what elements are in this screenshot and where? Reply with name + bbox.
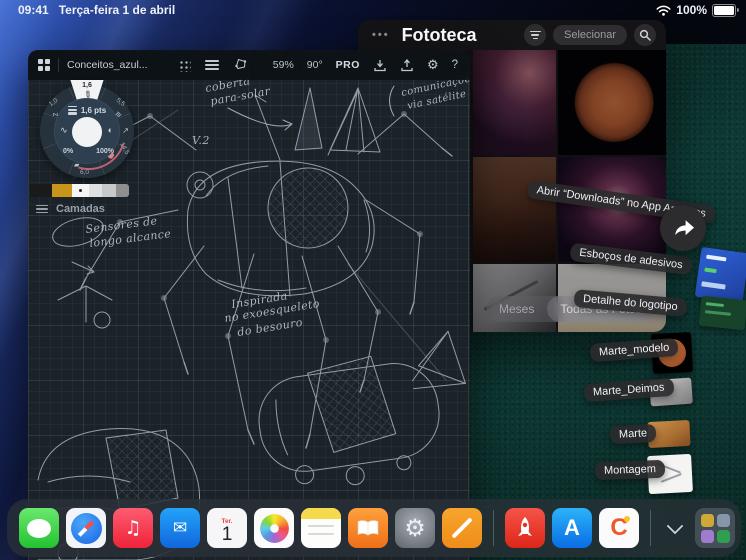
calendar-day: 1 <box>221 523 233 545</box>
stroke-size-label: 1,6 pts <box>80 106 107 115</box>
dock-mail-icon[interactable]: ✉ <box>160 508 200 548</box>
app-library-grid-icon <box>700 513 730 543</box>
dock-sketch-pen-icon[interactable] <box>442 508 482 548</box>
dock-settings-icon[interactable]: ⚙ <box>395 508 435 548</box>
window-overflow-menu[interactable]: ••• <box>372 29 390 41</box>
grid-settings-button[interactable] <box>177 58 191 72</box>
dock-rocket-app-icon[interactable] <box>505 508 545 548</box>
export-button[interactable] <box>400 58 414 72</box>
share-arrow-icon <box>675 220 695 236</box>
battery-icon <box>712 3 739 17</box>
dock-safari-icon[interactable] <box>66 508 106 548</box>
zoom-level[interactable]: 59% <box>273 59 294 71</box>
concepts-toolbar: Conceitos_azul... 59% 90° PRO ⚙ ? <box>28 50 470 80</box>
thumb-stickers[interactable] <box>694 246 746 304</box>
lasso-icon <box>234 58 246 69</box>
select-button[interactable]: Selecionar <box>553 25 627 45</box>
dock-divider <box>650 510 651 546</box>
tool-wheel-disk[interactable]: 1,6 pts ∿ ◐ 0% 100% <box>54 98 120 164</box>
color-palette-strip <box>30 184 129 197</box>
dock-app-library-icon[interactable] <box>695 508 735 548</box>
layers-menu-icon <box>36 204 48 214</box>
fototeca-header: ••• Fototeca Selecionar <box>358 20 666 50</box>
fototeca-title: Fototeca <box>401 24 477 45</box>
filter-button[interactable] <box>524 24 547 46</box>
rocket-icon <box>518 517 532 536</box>
compass-icon <box>70 512 102 544</box>
music-note-icon: ♫ <box>124 517 142 539</box>
layers-label: Camadas <box>56 203 105 215</box>
settings-gear-button[interactable]: ⚙ <box>427 59 439 72</box>
swatch-light-gray[interactable] <box>89 184 102 197</box>
share-drop-button[interactable] <box>660 205 706 251</box>
concepts-window[interactable]: coberta para-solar comunicações via saté… <box>28 50 470 560</box>
dock-music-icon[interactable]: ♫ <box>113 508 153 548</box>
dock-calendar-icon[interactable]: Ter. 1 <box>207 508 247 548</box>
swatch-dark-gray[interactable] <box>116 184 129 197</box>
dock-books-icon[interactable] <box>348 508 388 548</box>
help-button[interactable]: ? <box>452 59 458 71</box>
stroke-weight-icon <box>67 106 77 115</box>
battery-percent: 100% <box>676 3 707 17</box>
dock: ♫ ✉ Ter. 1 ⚙ A C <box>7 499 741 557</box>
dock-notes-icon[interactable] <box>301 508 341 548</box>
open-book-icon <box>357 520 379 536</box>
tab-meses[interactable]: Meses <box>486 296 547 322</box>
dock-divider <box>493 510 494 546</box>
import-button[interactable] <box>373 59 387 72</box>
layers-panel-header[interactable]: Camadas <box>36 203 105 215</box>
dock-hide-suggestions-button[interactable] <box>662 508 688 548</box>
gallery-button[interactable] <box>38 59 50 71</box>
photos-flower-icon <box>259 513 289 543</box>
gear-icon: ⚙ <box>404 514 426 542</box>
stroke-style-button[interactable] <box>204 59 219 71</box>
swatch-white-selected[interactable] <box>72 184 89 197</box>
wifi-icon <box>656 5 671 16</box>
rotation-angle[interactable]: 90° <box>307 59 323 71</box>
date-label: Terça-feira 1 de abril <box>58 3 176 17</box>
appstore-letter: A <box>564 515 580 540</box>
smoothing-icon: ∿ <box>60 125 68 135</box>
drag-label-marte[interactable]: Marte <box>609 423 657 445</box>
swatch-gold[interactable] <box>52 184 72 197</box>
opacity-max-label: 100% <box>96 148 114 155</box>
swatch-gray[interactable] <box>102 184 116 197</box>
color-preview[interactable] <box>72 117 102 147</box>
ipad-screen: ••• Fototeca Selecionar Meses Todas as F… <box>0 0 746 560</box>
dock-messages-icon[interactable] <box>19 508 59 548</box>
pro-badge[interactable]: PRO <box>336 59 360 71</box>
drag-label-montagem[interactable]: Montagem <box>594 459 666 481</box>
search-button[interactable] <box>634 24 656 46</box>
envelope-icon: ✉ <box>172 518 188 538</box>
search-icon <box>639 29 651 41</box>
chevron-down-icon <box>666 517 684 534</box>
dock-concepts-icon[interactable]: C <box>599 508 639 548</box>
dock-photos-icon[interactable] <box>254 508 294 548</box>
clock: 09:41 <box>18 3 49 17</box>
selection-lasso-button[interactable] <box>233 57 248 74</box>
filter-icon <box>529 30 541 40</box>
message-bubble-icon <box>27 518 51 538</box>
dock-appstore-icon[interactable]: A <box>552 508 592 548</box>
concepts-letter: C <box>610 514 628 541</box>
status-bar: 09:41 Terça-feira 1 de abril 100% <box>0 0 746 20</box>
annotation-version: V.2 <box>192 134 210 147</box>
swatch-black[interactable] <box>30 184 52 197</box>
document-title[interactable]: Conceitos_azul... <box>67 59 148 71</box>
opacity-icon: ◐ <box>107 125 113 135</box>
opacity-min-label: 0% <box>63 148 74 155</box>
thumb-logo-detail[interactable] <box>698 295 746 331</box>
tool-wheel[interactable]: 1,0 5,5 14,5 6,0 ∿ ≋ ↗ ▰ 1,6 ✎ 1,6 pts ∿… <box>38 80 140 184</box>
pen-icon <box>451 517 473 539</box>
